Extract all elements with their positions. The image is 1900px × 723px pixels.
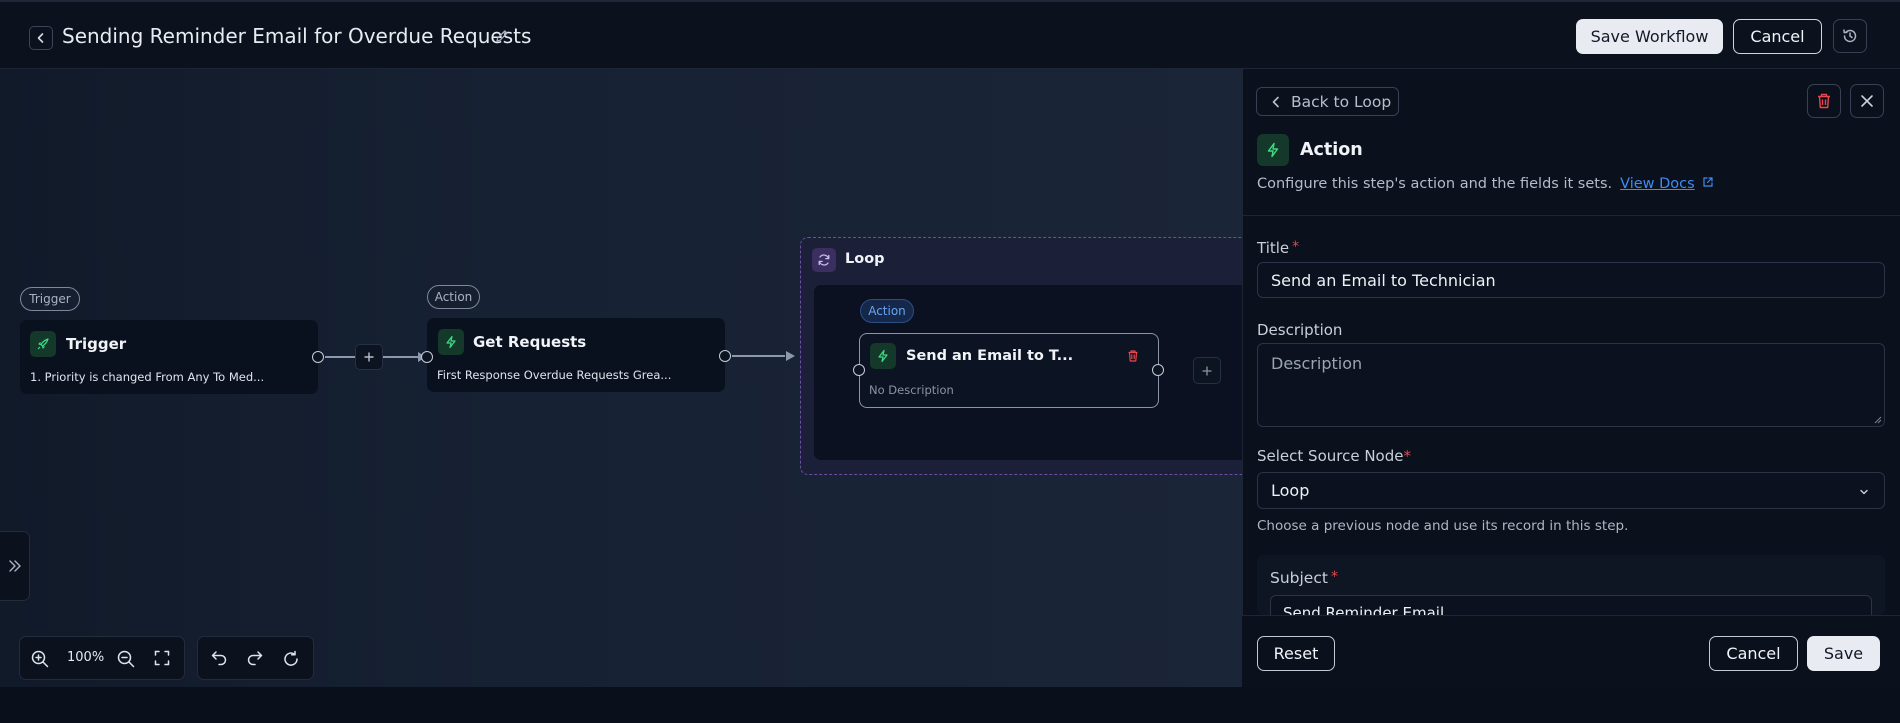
description-label: Description (1257, 321, 1343, 339)
history-icon (1843, 29, 1857, 43)
send-email-title: Send an Email to T... (906, 348, 1074, 364)
close-panel-button[interactable] (1850, 84, 1884, 118)
panel-description: Configure this step's action and the fie… (1257, 176, 1714, 192)
chevron-down-icon (1860, 489, 1868, 495)
rocket-icon (37, 338, 49, 350)
chevrons-right-icon (8, 560, 21, 572)
panel-footer (1242, 615, 1900, 687)
trigger-node-icon (30, 331, 56, 357)
trash-icon (1818, 93, 1830, 109)
close-icon (1861, 95, 1873, 107)
external-link-icon[interactable] (1702, 176, 1714, 188)
subject-label: Subject * (1270, 569, 1338, 587)
source-node-helper: Choose a previous node and use its recor… (1257, 518, 1629, 534)
get-requests-out-port[interactable] (719, 350, 731, 362)
plus-icon (1202, 366, 1212, 375)
save-workflow-button[interactable]: Save Workflow (1576, 19, 1723, 54)
source-node-value: Loop (1271, 481, 1310, 500)
bolt-icon (878, 349, 888, 363)
title-input[interactable]: Send an Email to Technician (1257, 262, 1885, 298)
source-node-select[interactable]: Loop (1257, 472, 1885, 509)
panel-cancel-button[interactable]: Cancel (1709, 636, 1798, 671)
trigger-tag: Trigger (20, 287, 80, 311)
get-requests-in-port[interactable] (421, 351, 433, 363)
get-requests-title: Get Requests (473, 333, 587, 351)
trigger-node-subtitle: 1. Priority is changed From Any To Med..… (30, 370, 265, 384)
fullscreen-icon (154, 650, 170, 666)
panel-heading: Action (1300, 140, 1363, 160)
add-step-button[interactable] (355, 344, 383, 370)
sidebar-toggle[interactable] (0, 531, 30, 601)
trigger-out-port[interactable] (312, 351, 324, 363)
undo-button[interactable] (209, 649, 229, 669)
get-requests-subtitle: First Response Overdue Requests Grea... (437, 368, 672, 382)
zoom-in-icon (31, 650, 49, 668)
panel-description-text: Configure this step's action and the fie… (1257, 176, 1613, 192)
redo-icon (247, 651, 263, 666)
loop-title: Loop (845, 251, 885, 267)
subject-input[interactable]: Send Reminder Email (1270, 595, 1872, 615)
refresh-icon (818, 254, 830, 266)
history-button[interactable] (1833, 19, 1867, 53)
loop-action-pill: Action (860, 299, 914, 323)
description-textarea[interactable]: Description (1257, 343, 1885, 427)
send-email-node-icon (870, 343, 896, 369)
source-node-label: Select Source Node* (1257, 447, 1411, 465)
loop-add-step-button[interactable] (1193, 357, 1221, 384)
fit-view-button[interactable] (153, 649, 171, 667)
bolt-icon (446, 335, 456, 349)
panel-divider (1242, 215, 1900, 216)
back-to-loop-button[interactable]: Back to Loop (1256, 87, 1399, 116)
title-label: Title * (1257, 239, 1300, 257)
get-requests-node-icon (438, 329, 464, 355)
subject-card: Subject * Send Reminder Email (1257, 555, 1885, 615)
plus-icon (364, 352, 374, 362)
loop-icon-box (812, 248, 836, 272)
zoom-controls: 100% (19, 636, 185, 680)
back-to-loop-label: Back to Loop (1291, 92, 1392, 111)
trigger-node-title: Trigger (66, 335, 127, 353)
send-email-subtitle: No Description (869, 383, 954, 397)
refresh-icon (284, 650, 298, 666)
zoom-out-button[interactable] (116, 649, 136, 669)
reset-view-button[interactable] (281, 649, 301, 669)
chevron-left-icon (1272, 96, 1279, 107)
view-docs-link[interactable]: View Docs (1620, 176, 1695, 192)
zoom-level: 100% (67, 650, 105, 665)
get-requests-tag: Action (427, 285, 480, 309)
bottom-strip (0, 687, 1900, 723)
save-button[interactable]: Save (1807, 636, 1880, 671)
trash-icon[interactable] (1126, 349, 1140, 363)
send-email-out-port[interactable] (1152, 364, 1164, 376)
zoom-in-button[interactable] (30, 649, 50, 669)
history-controls (197, 636, 314, 680)
action-step-icon (1257, 134, 1289, 166)
delete-step-button[interactable] (1807, 84, 1841, 118)
undo-icon (211, 651, 227, 666)
zoom-out-icon (117, 650, 135, 668)
resize-handle-icon[interactable] (1872, 414, 1882, 424)
reset-button[interactable]: Reset (1257, 636, 1335, 671)
header-cancel-button[interactable]: Cancel (1733, 19, 1822, 54)
bolt-icon (1267, 142, 1279, 158)
send-email-in-port[interactable] (853, 364, 865, 376)
redo-button[interactable] (245, 649, 265, 669)
